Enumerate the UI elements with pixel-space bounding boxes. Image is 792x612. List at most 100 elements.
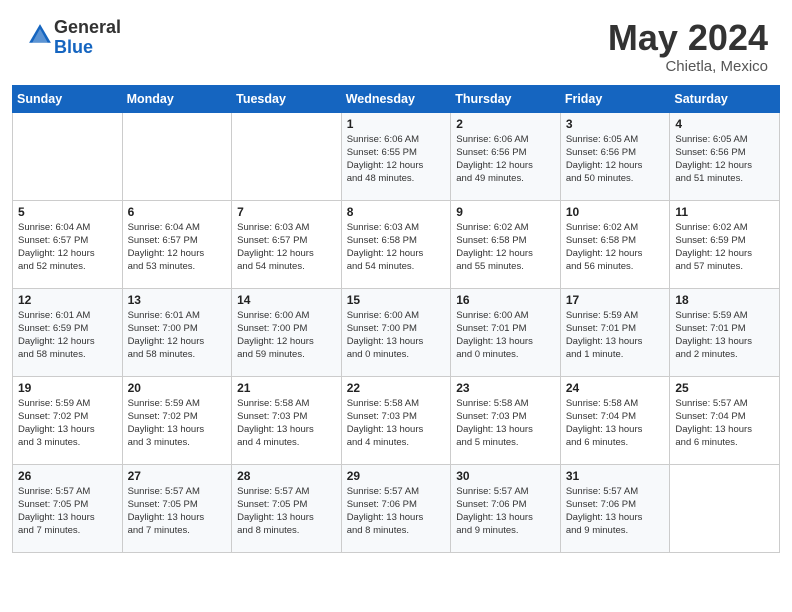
day-header-sunday: Sunday: [13, 85, 123, 112]
day-cell: [670, 464, 780, 552]
title-block: May 2024 Chietla, Mexico: [608, 18, 768, 75]
day-info: Sunrise: 5:58 AMSunset: 7:04 PMDaylight:…: [566, 397, 665, 450]
day-number: 26: [18, 469, 117, 483]
day-number: 22: [347, 381, 446, 395]
day-info: Sunrise: 5:59 AMSunset: 7:01 PMDaylight:…: [675, 309, 774, 362]
day-info: Sunrise: 6:00 AMSunset: 7:00 PMDaylight:…: [237, 309, 336, 362]
day-info: Sunrise: 6:03 AMSunset: 6:57 PMDaylight:…: [237, 221, 336, 274]
day-info: Sunrise: 6:01 AMSunset: 7:00 PMDaylight:…: [128, 309, 227, 362]
day-number: 19: [18, 381, 117, 395]
day-info: Sunrise: 6:05 AMSunset: 6:56 PMDaylight:…: [566, 133, 665, 186]
day-cell: 21Sunrise: 5:58 AMSunset: 7:03 PMDayligh…: [232, 376, 342, 464]
day-cell: 17 Sunrise: 5:59 AMSunset: 7:01 PMDayligh…: [560, 288, 670, 376]
week-row-5: 26 Sunrise: 5:57 AMSunset: 7:05 PMDayligh…: [13, 464, 780, 552]
day-info: Sunrise: 5:57 AMSunset: 7:06 PMDaylight:…: [347, 485, 446, 538]
day-number: 20: [128, 381, 227, 395]
day-number: 29: [347, 469, 446, 483]
day-header-monday: Monday: [122, 85, 232, 112]
day-info: Sunrise: 5:57 AMSunset: 7:04 PMDaylight:…: [675, 397, 774, 450]
header-row: SundayMondayTuesdayWednesdayThursdayFrid…: [13, 85, 780, 112]
day-info: Sunrise: 5:57 AMSunset: 7:05 PMDaylight:…: [237, 485, 336, 538]
day-info: Sunrise: 6:06 AMSunset: 6:55 PMDaylight:…: [347, 133, 446, 186]
day-number: 17: [566, 293, 665, 307]
day-number: 4: [675, 117, 774, 131]
day-cell: 12 Sunrise: 6:01 AMSunset: 6:59 PMDayligh…: [13, 288, 123, 376]
day-cell: 10 Sunrise: 6:02 AMSunset: 6:58 PMDayligh…: [560, 200, 670, 288]
day-cell: 30Sunrise: 5:57 AMSunset: 7:06 PMDayligh…: [451, 464, 561, 552]
day-number: 25: [675, 381, 774, 395]
day-cell: 15Sunrise: 6:00 AMSunset: 7:00 PMDayligh…: [341, 288, 451, 376]
day-info: Sunrise: 5:57 AMSunset: 7:05 PMDaylight:…: [128, 485, 227, 538]
day-cell: 23 Sunrise: 5:58 AMSunset: 7:03 PMDayligh…: [451, 376, 561, 464]
day-header-tuesday: Tuesday: [232, 85, 342, 112]
day-number: 24: [566, 381, 665, 395]
day-number: 9: [456, 205, 555, 219]
day-info: Sunrise: 5:57 AMSunset: 7:06 PMDaylight:…: [566, 485, 665, 538]
day-info: Sunrise: 6:04 AMSunset: 6:57 PMDaylight:…: [128, 221, 227, 274]
day-info: Sunrise: 6:03 AMSunset: 6:58 PMDaylight:…: [347, 221, 446, 274]
day-number: 14: [237, 293, 336, 307]
day-cell: [13, 112, 123, 200]
day-cell: 13Sunrise: 6:01 AMSunset: 7:00 PMDayligh…: [122, 288, 232, 376]
day-cell: [122, 112, 232, 200]
logo-text: GeneralBlue: [54, 18, 121, 58]
page: GeneralBlue May 2024 Chietla, Mexico Sun…: [0, 0, 792, 612]
day-cell: 5 Sunrise: 6:04 AMSunset: 6:57 PMDaylight…: [13, 200, 123, 288]
day-number: 30: [456, 469, 555, 483]
week-row-4: 19 Sunrise: 5:59 AMSunset: 7:02 PMDayligh…: [13, 376, 780, 464]
day-info: Sunrise: 5:58 AMSunset: 7:03 PMDaylight:…: [456, 397, 555, 450]
day-cell: 24 Sunrise: 5:58 AMSunset: 7:04 PMDayligh…: [560, 376, 670, 464]
day-info: Sunrise: 5:58 AMSunset: 7:03 PMDaylight:…: [347, 397, 446, 450]
day-info: Sunrise: 5:59 AMSunset: 7:02 PMDaylight:…: [18, 397, 117, 450]
day-number: 27: [128, 469, 227, 483]
day-info: Sunrise: 6:05 AMSunset: 6:56 PMDaylight:…: [675, 133, 774, 186]
week-row-3: 12 Sunrise: 6:01 AMSunset: 6:59 PMDayligh…: [13, 288, 780, 376]
day-number: 18: [675, 293, 774, 307]
day-info: Sunrise: 6:02 AMSunset: 6:58 PMDaylight:…: [456, 221, 555, 274]
day-header-saturday: Saturday: [670, 85, 780, 112]
calendar-table: SundayMondayTuesdayWednesdayThursdayFrid…: [12, 85, 780, 553]
day-info: Sunrise: 6:01 AMSunset: 6:59 PMDaylight:…: [18, 309, 117, 362]
day-header-wednesday: Wednesday: [341, 85, 451, 112]
day-info: Sunrise: 5:57 AMSunset: 7:05 PMDaylight:…: [18, 485, 117, 538]
day-cell: 9 Sunrise: 6:02 AMSunset: 6:58 PMDaylight…: [451, 200, 561, 288]
day-cell: 25 Sunrise: 5:57 AMSunset: 7:04 PMDayligh…: [670, 376, 780, 464]
day-number: 28: [237, 469, 336, 483]
day-cell: 7 Sunrise: 6:03 AMSunset: 6:57 PMDaylight…: [232, 200, 342, 288]
day-cell: 18 Sunrise: 5:59 AMSunset: 7:01 PMDayligh…: [670, 288, 780, 376]
day-header-thursday: Thursday: [451, 85, 561, 112]
day-info: Sunrise: 6:02 AMSunset: 6:58 PMDaylight:…: [566, 221, 665, 274]
day-info: Sunrise: 6:04 AMSunset: 6:57 PMDaylight:…: [18, 221, 117, 274]
day-cell: 6 Sunrise: 6:04 AMSunset: 6:57 PMDaylight…: [122, 200, 232, 288]
calendar: SundayMondayTuesdayWednesdayThursdayFrid…: [0, 85, 792, 612]
logo: GeneralBlue: [24, 18, 121, 58]
day-number: 31: [566, 469, 665, 483]
month-year: May 2024: [608, 18, 768, 58]
day-info: Sunrise: 5:59 AMSunset: 7:01 PMDaylight:…: [566, 309, 665, 362]
day-number: 7: [237, 205, 336, 219]
day-cell: 11Sunrise: 6:02 AMSunset: 6:59 PMDayligh…: [670, 200, 780, 288]
day-cell: 27 Sunrise: 5:57 AMSunset: 7:05 PMDayligh…: [122, 464, 232, 552]
day-number: 5: [18, 205, 117, 219]
day-cell: 19 Sunrise: 5:59 AMSunset: 7:02 PMDayligh…: [13, 376, 123, 464]
day-number: 12: [18, 293, 117, 307]
day-info: Sunrise: 6:00 AMSunset: 7:00 PMDaylight:…: [347, 309, 446, 362]
day-number: 3: [566, 117, 665, 131]
day-info: Sunrise: 6:00 AMSunset: 7:01 PMDaylight:…: [456, 309, 555, 362]
day-cell: 31 Sunrise: 5:57 AMSunset: 7:06 PMDayligh…: [560, 464, 670, 552]
day-info: Sunrise: 5:59 AMSunset: 7:02 PMDaylight:…: [128, 397, 227, 450]
day-number: 6: [128, 205, 227, 219]
day-cell: 2 Sunrise: 6:06 AMSunset: 6:56 PMDaylight…: [451, 112, 561, 200]
day-number: 11: [675, 205, 774, 219]
day-cell: 16Sunrise: 6:00 AMSunset: 7:01 PMDayligh…: [451, 288, 561, 376]
day-number: 2: [456, 117, 555, 131]
day-cell: 20 Sunrise: 5:59 AMSunset: 7:02 PMDayligh…: [122, 376, 232, 464]
day-cell: 3 Sunrise: 6:05 AMSunset: 6:56 PMDaylight…: [560, 112, 670, 200]
day-cell: 4 Sunrise: 6:05 AMSunset: 6:56 PMDaylight…: [670, 112, 780, 200]
day-info: Sunrise: 6:06 AMSunset: 6:56 PMDaylight:…: [456, 133, 555, 186]
day-cell: 26 Sunrise: 5:57 AMSunset: 7:05 PMDayligh…: [13, 464, 123, 552]
day-number: 10: [566, 205, 665, 219]
week-row-1: 1 Sunrise: 6:06 AMSunset: 6:55 PMDaylight…: [13, 112, 780, 200]
day-number: 23: [456, 381, 555, 395]
day-number: 1: [347, 117, 446, 131]
